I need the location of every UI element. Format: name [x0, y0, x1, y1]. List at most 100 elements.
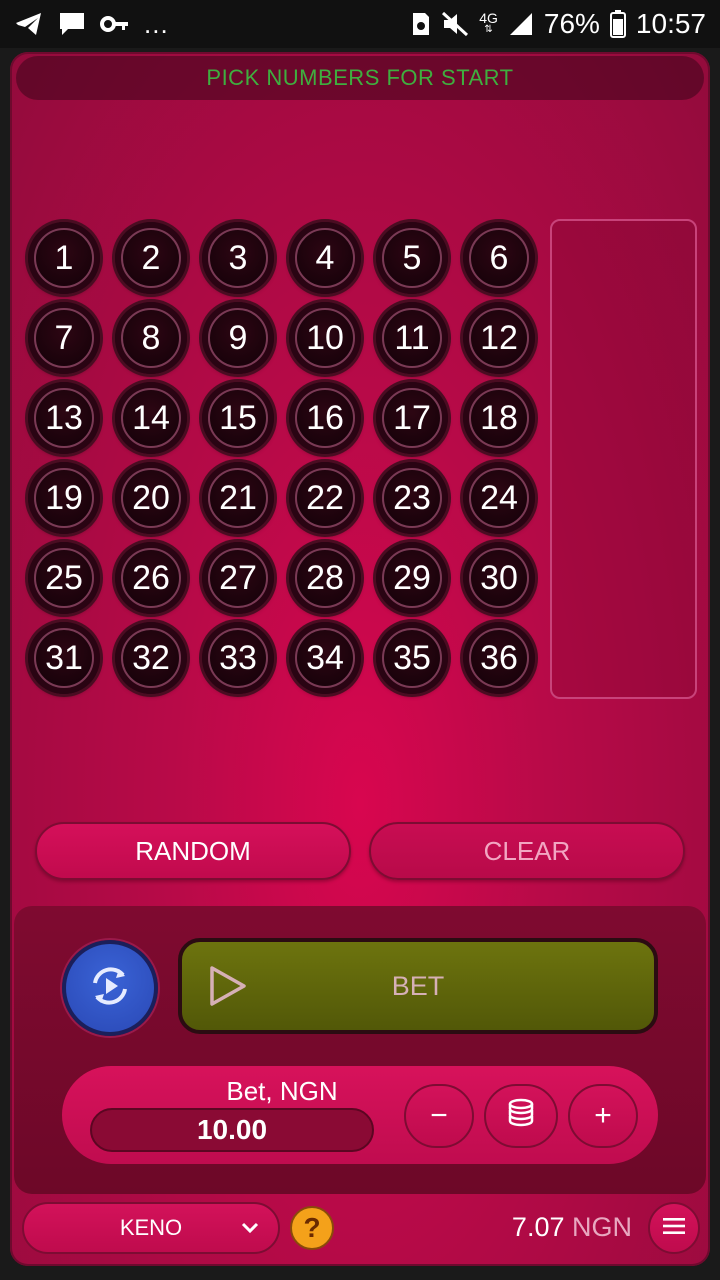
number-ball[interactable]: 29: [376, 542, 448, 614]
number-ball-label: 20: [121, 468, 181, 528]
number-ball[interactable]: 20: [115, 462, 187, 534]
number-ball-label: 26: [121, 548, 181, 608]
number-ball-label: 21: [208, 468, 268, 528]
number-ball[interactable]: 18: [463, 382, 535, 454]
battery-icon: [609, 10, 626, 38]
number-ball[interactable]: 6: [463, 222, 535, 294]
number-ball[interactable]: 22: [289, 462, 361, 534]
number-ball[interactable]: 15: [202, 382, 274, 454]
number-ball-label: 34: [295, 628, 355, 688]
picked-numbers-panel: [550, 219, 697, 699]
stake-input[interactable]: 10.00: [90, 1108, 374, 1152]
number-ball[interactable]: 21: [202, 462, 274, 534]
number-ball[interactable]: 30: [463, 542, 535, 614]
stake-label: Bet, NGN: [226, 1076, 338, 1106]
number-ball-label: 14: [121, 388, 181, 448]
number-grid: 1 2 3 4 5 6 7 8 9 10 11 12 13 14 15 16 17 18 19 20 21 22 23 24 2…: [28, 222, 535, 694]
increase-bet-button[interactable]: +: [568, 1084, 638, 1148]
number-ball-label: 29: [382, 548, 442, 608]
number-ball-label: 16: [295, 388, 355, 448]
number-ball[interactable]: 16: [289, 382, 361, 454]
autoplay-button[interactable]: [62, 940, 158, 1036]
number-ball-label: 5: [382, 228, 442, 288]
number-ball-label: 6: [469, 228, 529, 288]
stake-control: Bet, NGN 10.00 − +: [62, 1066, 658, 1164]
number-ball-label: 33: [208, 628, 268, 688]
sim-icon: [411, 11, 431, 37]
play-icon: [206, 964, 250, 1015]
balance: 7.07 NGN: [440, 1212, 632, 1243]
number-ball[interactable]: 36: [463, 622, 535, 694]
number-ball-label: 36: [469, 628, 529, 688]
number-ball[interactable]: 9: [202, 302, 274, 374]
clear-button[interactable]: CLEAR: [369, 822, 685, 880]
number-ball[interactable]: 33: [202, 622, 274, 694]
number-ball-label: 12: [469, 308, 529, 368]
coins-icon: [506, 1097, 536, 1135]
number-ball-label: 35: [382, 628, 442, 688]
menu-button[interactable]: [648, 1202, 700, 1254]
game-selector[interactable]: KENO: [22, 1202, 280, 1254]
number-ball[interactable]: 31: [28, 622, 100, 694]
number-ball[interactable]: 17: [376, 382, 448, 454]
number-ball[interactable]: 10: [289, 302, 361, 374]
status-bar-right: 4G ⇅ 76% 10:57: [411, 8, 706, 40]
number-ball[interactable]: 26: [115, 542, 187, 614]
number-ball-label: 31: [34, 628, 94, 688]
number-ball[interactable]: 13: [28, 382, 100, 454]
number-ball-label: 7: [34, 308, 94, 368]
network-arrows: ⇅: [484, 24, 493, 35]
number-ball[interactable]: 12: [463, 302, 535, 374]
status-bar-left: ...: [14, 9, 169, 40]
number-ball[interactable]: 25: [28, 542, 100, 614]
number-ball[interactable]: 32: [115, 622, 187, 694]
number-ball-label: 22: [295, 468, 355, 528]
number-ball-label: 3: [208, 228, 268, 288]
bet-presets-button[interactable]: [484, 1084, 558, 1148]
mute-icon: [441, 11, 469, 37]
number-ball[interactable]: 35: [376, 622, 448, 694]
number-ball-label: 25: [34, 548, 94, 608]
random-button[interactable]: RANDOM: [35, 822, 351, 880]
network-4g-icon: 4G ⇅: [479, 11, 498, 36]
number-ball-label: 19: [34, 468, 94, 528]
number-ball[interactable]: 24: [463, 462, 535, 534]
number-ball-label: 10: [295, 308, 355, 368]
number-ball[interactable]: 3: [202, 222, 274, 294]
status-message: PICK NUMBERS FOR START: [16, 56, 704, 100]
number-ball[interactable]: 34: [289, 622, 361, 694]
status-bar: ... 4G ⇅ 76% 10:57: [0, 0, 720, 48]
number-ball[interactable]: 11: [376, 302, 448, 374]
key-icon: [100, 14, 130, 34]
number-ball[interactable]: 7: [28, 302, 100, 374]
help-button[interactable]: ?: [290, 1206, 334, 1250]
number-ball[interactable]: 27: [202, 542, 274, 614]
chevron-down-icon: [240, 1218, 260, 1244]
number-ball[interactable]: 19: [28, 462, 100, 534]
number-ball[interactable]: 1: [28, 222, 100, 294]
number-ball[interactable]: 28: [289, 542, 361, 614]
number-ball[interactable]: 14: [115, 382, 187, 454]
number-ball[interactable]: 23: [376, 462, 448, 534]
bet-button[interactable]: BET: [178, 938, 658, 1034]
number-ball-label: 23: [382, 468, 442, 528]
number-ball-label: 13: [34, 388, 94, 448]
number-ball[interactable]: 2: [115, 222, 187, 294]
number-ball[interactable]: 8: [115, 302, 187, 374]
battery-percent: 76%: [543, 8, 600, 39]
balance-currency: NGN: [572, 1212, 632, 1242]
decrease-bet-button[interactable]: −: [404, 1084, 474, 1148]
autoplay-icon: [85, 961, 135, 1016]
number-ball-label: 11: [382, 308, 442, 368]
number-ball[interactable]: 5: [376, 222, 448, 294]
bet-button-label: BET: [391, 970, 445, 1001]
number-ball-label: 18: [469, 388, 529, 448]
clock: 10:57: [635, 8, 706, 39]
number-ball-label: 28: [295, 548, 355, 608]
number-ball[interactable]: 4: [289, 222, 361, 294]
number-ball-label: 4: [295, 228, 355, 288]
balance-value: 7.07: [511, 1212, 565, 1242]
number-ball-label: 15: [208, 388, 268, 448]
hamburger-icon: [663, 1217, 685, 1240]
number-ball-label: 9: [208, 308, 268, 368]
